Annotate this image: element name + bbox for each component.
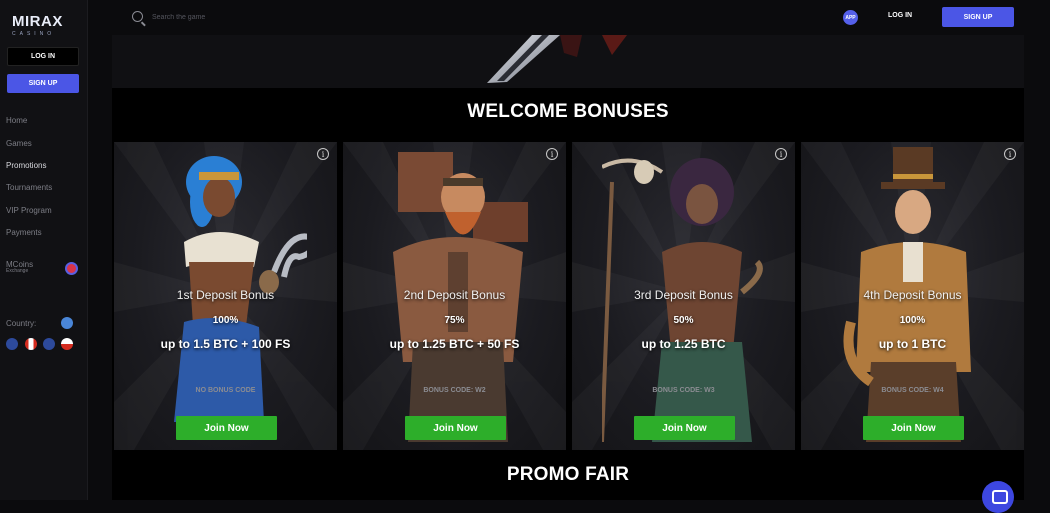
- search-icon[interactable]: [132, 11, 143, 22]
- logo[interactable]: MIRAX CASINO: [12, 14, 74, 42]
- hero-banner: [112, 35, 1024, 88]
- bonus-card-percent: 100%: [212, 315, 239, 326]
- app-button[interactable]: APP: [843, 10, 858, 25]
- globe-icon[interactable]: [61, 317, 73, 329]
- bonus-card-1: i 1st Deposit Bonus 100% up to 1.5 BTC +…: [114, 142, 337, 450]
- mcoins-exchange-label: Exchange: [6, 268, 29, 274]
- sidebar-item-tournaments[interactable]: Tournaments: [6, 183, 52, 192]
- flag-australia-icon[interactable]: [6, 338, 18, 350]
- info-icon[interactable]: i: [546, 148, 558, 160]
- bonus-card-title: 1st Deposit Bonus: [176, 288, 275, 302]
- sidebar-item-home[interactable]: Home: [6, 116, 27, 125]
- bonus-card-2: i 2nd Deposit Bonus 75% up to 1.25 BTC +…: [343, 142, 566, 450]
- search-input[interactable]: [152, 10, 352, 24]
- flag-new-zealand-icon[interactable]: [43, 338, 55, 350]
- flag-canada-icon[interactable]: [25, 338, 37, 350]
- info-icon[interactable]: i: [1004, 148, 1016, 160]
- sidebar-item-games[interactable]: Games: [6, 139, 32, 148]
- bonus-card-percent: 75%: [444, 315, 465, 326]
- join-now-button[interactable]: Join Now: [863, 416, 964, 440]
- sidebar-item-promotions[interactable]: Promotions: [6, 161, 46, 170]
- promo-fair-title: PROMO FAIR: [506, 464, 630, 485]
- join-now-button[interactable]: Join Now: [405, 416, 506, 440]
- welcome-bonuses-title: WELCOME BONUSES: [467, 101, 669, 122]
- bonus-card-3: i 3rd Deposit Bonus 50% up to 1.25 BTC B…: [572, 142, 795, 450]
- sidebar-login-button[interactable]: LOG IN: [7, 47, 79, 66]
- bonus-card-title: 4th Deposit Bonus: [863, 288, 962, 302]
- bonus-card-code: BONUS CODE: W3: [652, 387, 715, 394]
- bonus-card-title: 3rd Deposit Bonus: [634, 288, 733, 302]
- bonus-card-title: 2nd Deposit Bonus: [403, 288, 506, 302]
- bonus-card-percent: 100%: [899, 315, 926, 326]
- join-now-button[interactable]: Join Now: [176, 416, 277, 440]
- top-bar: APP LOG IN SIGN UP: [112, 0, 1024, 35]
- join-now-button[interactable]: Join Now: [634, 416, 735, 440]
- header-signup-button[interactable]: SIGN UP: [942, 7, 1014, 27]
- bonus-card-code: BONUS CODE: W2: [423, 387, 486, 394]
- bonus-card-code: NO BONUS CODE: [195, 387, 256, 394]
- sidebar-signup-button[interactable]: SIGN UP: [7, 74, 79, 93]
- info-icon[interactable]: i: [317, 148, 329, 160]
- bonus-card-amount: up to 1 BTC: [878, 337, 947, 351]
- sidebar-item-payments[interactable]: Payments: [6, 228, 42, 237]
- main-content: WELCOME BONUSES i 1st Deposit Bonus 100%…: [112, 88, 1024, 500]
- bonus-card-amount: up to 1.25 BTC + 50 FS: [389, 337, 520, 351]
- logo-subtext: CASINO: [12, 31, 56, 37]
- country-label: Country:: [6, 319, 37, 328]
- header-login-button[interactable]: LOG IN: [888, 12, 912, 19]
- hero-artwork: [487, 35, 627, 83]
- logo-text: MIRAX: [12, 13, 63, 30]
- info-icon[interactable]: i: [775, 148, 787, 160]
- sidebar-item-vip-program[interactable]: VIP Program: [6, 206, 52, 215]
- chat-icon[interactable]: [982, 481, 1014, 513]
- bonus-card-4: i 4th Deposit Bonus 100% up to 1 BTC BON…: [801, 142, 1024, 450]
- bonus-card-amount: up to 1.5 BTC + 100 FS: [160, 337, 291, 351]
- flag-other-icon[interactable]: [61, 338, 73, 350]
- bonus-card-amount: up to 1.25 BTC: [641, 337, 726, 351]
- bonus-card-percent: 50%: [673, 315, 694, 326]
- mcoins-icon[interactable]: [65, 262, 78, 275]
- bonus-card-code: BONUS CODE: W4: [881, 387, 944, 394]
- sidebar: MIRAX CASINO LOG IN SIGN UP Home Games P…: [0, 0, 88, 500]
